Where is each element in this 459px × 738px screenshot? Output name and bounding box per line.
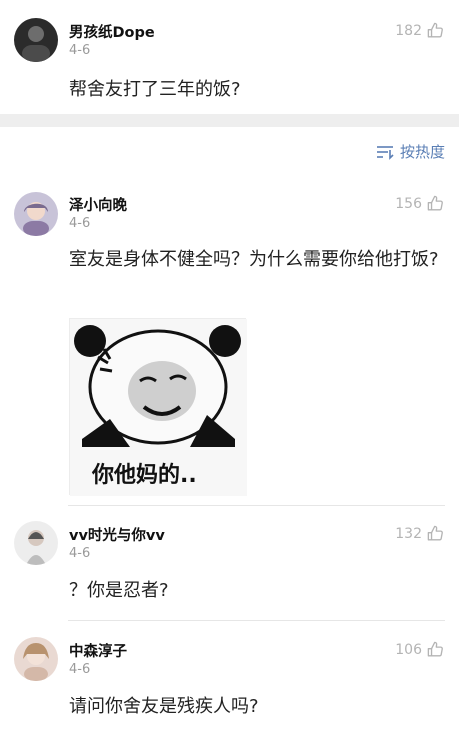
post-date: 4-6 <box>69 43 91 58</box>
meme-caption: 你他妈的.. <box>92 463 197 488</box>
like-button[interactable]: 156 <box>395 194 445 213</box>
author-name[interactable]: 中森淳子 <box>69 640 127 661</box>
like-count: 182 <box>395 22 422 39</box>
comment-date: 4-6 <box>69 662 91 677</box>
like-count: 106 <box>395 641 422 658</box>
thumbs-up-icon <box>427 22 443 38</box>
avatar[interactable] <box>14 18 58 62</box>
like-count: 156 <box>395 195 422 212</box>
like-button[interactable]: 182 <box>395 21 445 40</box>
original-post: 男孩纸Dope 4-6 182 帮舍友打了三年的饭? <box>0 0 459 114</box>
section-separator <box>0 114 459 127</box>
comment-item: vv时光与你vv 4-6 132 ？你是忍者? <box>0 506 459 621</box>
comment-text: 请问你舍友是残疾人吗? <box>69 696 259 717</box>
like-count: 132 <box>395 525 422 542</box>
avatar[interactable] <box>14 192 58 236</box>
thumbs-up-icon <box>427 195 443 211</box>
author-name[interactable]: 泽小向晚 <box>69 194 127 215</box>
avatar[interactable] <box>14 521 58 565</box>
comment-screen: 男孩纸Dope 4-6 182 帮舍友打了三年的饭? 按热度 泽小向晚 4-6 … <box>0 0 459 738</box>
sort-by-hot-button[interactable]: 按热度 <box>376 141 445 162</box>
like-button[interactable]: 106 <box>395 640 445 659</box>
meme-image[interactable]: 你他妈的.. <box>69 318 247 496</box>
post-text: 帮舍友打了三年的饭? <box>69 79 241 100</box>
comment-item: 中森淳子 4-6 106 请问你舍友是残疾人吗? <box>0 621 459 736</box>
comment-text: 室友是身体不健全吗？为什么需要你给他打饭? <box>69 249 439 270</box>
thumbs-up-icon <box>427 525 443 541</box>
like-button[interactable]: 132 <box>395 524 445 543</box>
author-name[interactable]: vv时光与你vv <box>69 524 165 545</box>
thumbs-up-icon <box>427 641 443 657</box>
author-name[interactable]: 男孩纸Dope <box>69 21 155 42</box>
sort-label: 按热度 <box>399 143 445 161</box>
comment-date: 4-6 <box>69 546 91 561</box>
sort-bar: 按热度 <box>0 127 459 179</box>
comment-item: 泽小向晚 4-6 156 室友是身体不健全吗？为什么需要你给他打饭? 你他妈的.… <box>0 179 459 506</box>
comment-text: ？你是忍者? <box>69 580 169 601</box>
avatar[interactable] <box>14 637 58 681</box>
comment-date: 4-6 <box>69 216 91 231</box>
sort-lines-icon <box>376 145 394 160</box>
